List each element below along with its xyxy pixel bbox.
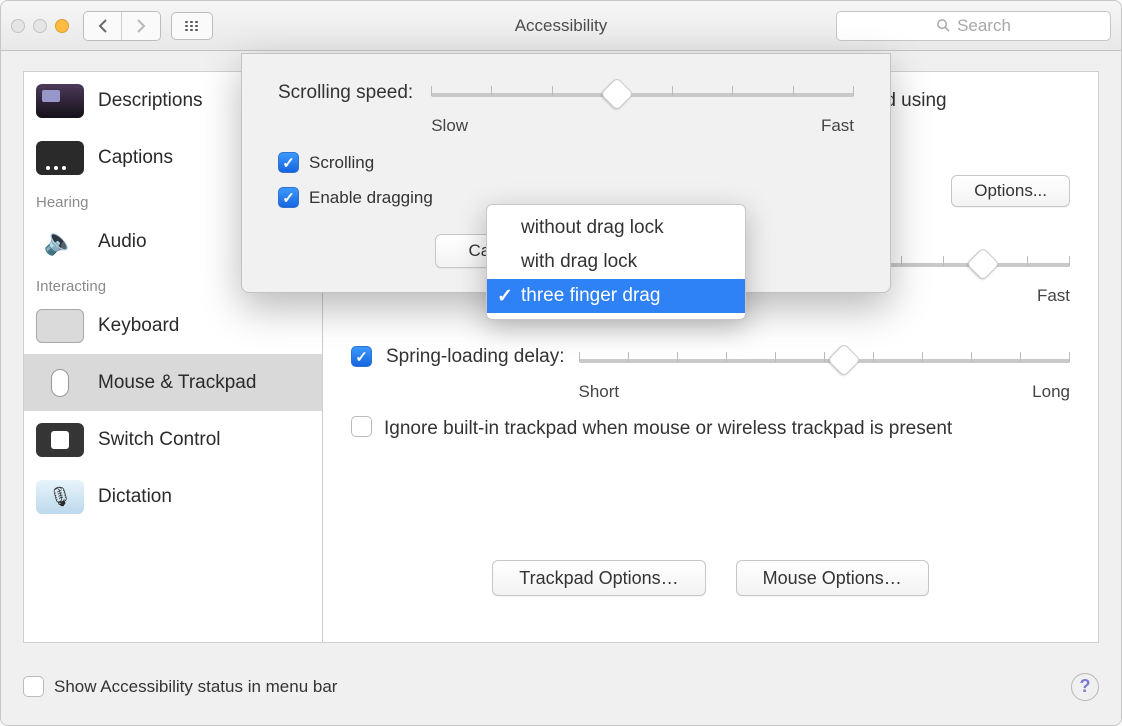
enable-dragging-label: Enable dragging (309, 188, 433, 208)
window-title: Accessibility (1, 16, 1121, 36)
fast-label: Fast (821, 116, 854, 136)
spring-long-label: Long (1032, 382, 1070, 402)
sidebar-item-label: Dictation (98, 486, 172, 508)
captions-icon (36, 141, 84, 175)
sidebar-item-label: Audio (98, 231, 147, 253)
descriptions-icon (36, 84, 84, 118)
ignore-trackpad-label: Ignore built-in trackpad when mouse or w… (384, 416, 1070, 443)
scrolling-speed-slider[interactable] (431, 80, 854, 110)
sidebar-item-switch-control[interactable]: Switch Control (24, 411, 322, 468)
dropdown-item-without-drag-lock[interactable]: without drag lock (487, 211, 745, 245)
sidebar-item-label: Keyboard (98, 315, 179, 337)
audio-icon: 🔈 (36, 225, 84, 259)
ignore-trackpad-row: Ignore built-in trackpad when mouse or w… (351, 416, 1070, 443)
sidebar-item-label: Captions (98, 147, 173, 169)
scrolling-label: Scrolling (309, 153, 374, 173)
spring-short-label: Short (579, 382, 620, 402)
show-status-label: Show Accessibility status in menu bar (54, 677, 337, 697)
sidebar-item-label: Mouse & Trackpad (98, 372, 256, 394)
titlebar: Accessibility Search (1, 1, 1121, 51)
trackpad-options-button[interactable]: Trackpad Options… (492, 560, 705, 596)
sidebar-item-mouse-trackpad[interactable]: Mouse & Trackpad (24, 354, 322, 411)
sidebar-item-label: Switch Control (98, 429, 221, 451)
mouse-icon (36, 366, 84, 400)
option-buttons: Trackpad Options… Mouse Options… (323, 560, 1098, 596)
dictation-icon: 🎙 (36, 480, 84, 514)
scrolling-speed-label: Scrolling speed: (278, 80, 413, 104)
double-click-fast-label: Fast (1037, 286, 1070, 306)
switch-control-icon (36, 423, 84, 457)
keyboard-icon (36, 309, 84, 343)
scrolling-checkbox[interactable] (278, 152, 299, 173)
ignore-trackpad-checkbox[interactable] (351, 416, 372, 437)
mouse-options-button[interactable]: Mouse Options… (736, 560, 929, 596)
spring-loading-row: Spring-loading delay: Short Long (351, 346, 1070, 402)
footer: Show Accessibility status in menu bar ? (23, 664, 1099, 709)
dragging-mode-dropdown: without drag lock with drag lock three f… (486, 204, 746, 320)
enable-dragging-checkbox[interactable] (278, 187, 299, 208)
spring-loading-checkbox[interactable] (351, 346, 372, 367)
dropdown-item-with-drag-lock[interactable]: with drag lock (487, 245, 745, 279)
help-button[interactable]: ? (1071, 673, 1099, 701)
slow-label: Slow (431, 116, 468, 136)
options-button[interactable]: Options... (951, 175, 1070, 207)
sidebar-item-label: Descriptions (98, 90, 203, 112)
spring-loading-label: Spring-loading delay: (386, 346, 565, 368)
accessibility-window: Accessibility Search Descriptions Captio… (0, 0, 1122, 726)
trackpad-options-dialog: Scrolling speed: Slow Fast Scrolling (241, 53, 891, 293)
dropdown-item-three-finger-drag[interactable]: three finger drag (487, 279, 745, 313)
spring-loading-slider[interactable] (579, 346, 1070, 376)
show-status-checkbox[interactable] (23, 676, 44, 697)
sidebar-item-keyboard[interactable]: Keyboard (24, 297, 322, 354)
sidebar-item-dictation[interactable]: 🎙 Dictation (24, 468, 322, 525)
